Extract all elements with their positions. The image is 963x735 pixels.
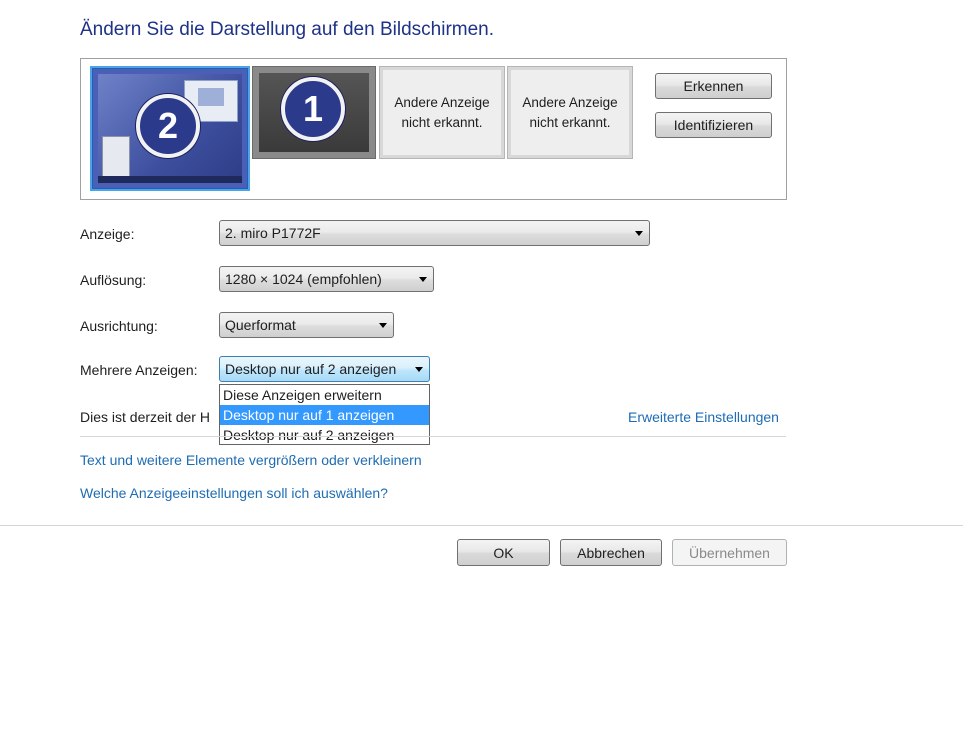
footer-divider bbox=[0, 525, 963, 526]
monitor-1-badge: 1 bbox=[281, 77, 345, 141]
page-title: Ändern Sie die Darstellung auf den Bilds… bbox=[80, 19, 495, 40]
ok-button[interactable]: OK bbox=[457, 539, 550, 566]
dropdown-option-only-2[interactable]: Desktop nur auf 2 anzeigen bbox=[220, 425, 429, 445]
monitor-1[interactable]: 1 bbox=[252, 66, 376, 159]
chevron-down-icon bbox=[635, 231, 643, 236]
status-text: Dies ist derzeit der H bbox=[80, 409, 210, 425]
display-label: Anzeige: bbox=[80, 226, 135, 242]
monitor-not-detected-1[interactable]: Andere Anzeige nicht erkannt. bbox=[379, 66, 505, 159]
multiple-displays-label: Mehrere Anzeigen: bbox=[80, 362, 198, 378]
orientation-label: Ausrichtung: bbox=[80, 318, 158, 334]
resolution-select[interactable]: 1280 × 1024 (empfohlen) bbox=[219, 266, 434, 292]
identify-button[interactable]: Identifizieren bbox=[655, 112, 772, 138]
multiple-displays-select[interactable]: Desktop nur auf 2 anzeigen bbox=[219, 356, 430, 382]
dropdown-option-only-1[interactable]: Desktop nur auf 1 anzeigen bbox=[220, 405, 429, 425]
orientation-select-value: Querformat bbox=[225, 317, 296, 333]
orientation-select[interactable]: Querformat bbox=[219, 312, 394, 338]
display-select[interactable]: 2. miro P1772F bbox=[219, 220, 650, 246]
detect-button[interactable]: Erkennen bbox=[655, 73, 772, 99]
cancel-button[interactable]: Abbrechen bbox=[560, 539, 662, 566]
resolution-label: Auflösung: bbox=[80, 272, 147, 288]
resolution-select-value: 1280 × 1024 (empfohlen) bbox=[225, 271, 382, 287]
monitor-2-badge: 2 bbox=[136, 94, 200, 158]
chevron-down-icon bbox=[379, 323, 387, 328]
multiple-displays-select-value: Desktop nur auf 2 anzeigen bbox=[225, 361, 397, 377]
which-settings-link[interactable]: Welche Anzeigeeinstellungen soll ich aus… bbox=[80, 485, 388, 501]
chevron-down-icon bbox=[419, 277, 427, 282]
dropdown-option-extend[interactable]: Diese Anzeigen erweitern bbox=[220, 385, 429, 405]
display-select-value: 2. miro P1772F bbox=[225, 225, 321, 241]
text-size-link[interactable]: Text und weitere Elemente vergrößern ode… bbox=[80, 452, 422, 468]
chevron-down-icon bbox=[415, 367, 423, 372]
monitor-arrangement-panel: 2 1 Andere Anzeige nicht erkannt. Andere… bbox=[80, 58, 787, 200]
advanced-settings-link[interactable]: Erweiterte Einstellungen bbox=[628, 409, 779, 425]
apply-button[interactable]: Übernehmen bbox=[672, 539, 787, 566]
monitor-not-detected-2[interactable]: Andere Anzeige nicht erkannt. bbox=[507, 66, 633, 159]
divider bbox=[80, 436, 786, 437]
monitor-2-selected[interactable]: 2 bbox=[90, 66, 250, 191]
